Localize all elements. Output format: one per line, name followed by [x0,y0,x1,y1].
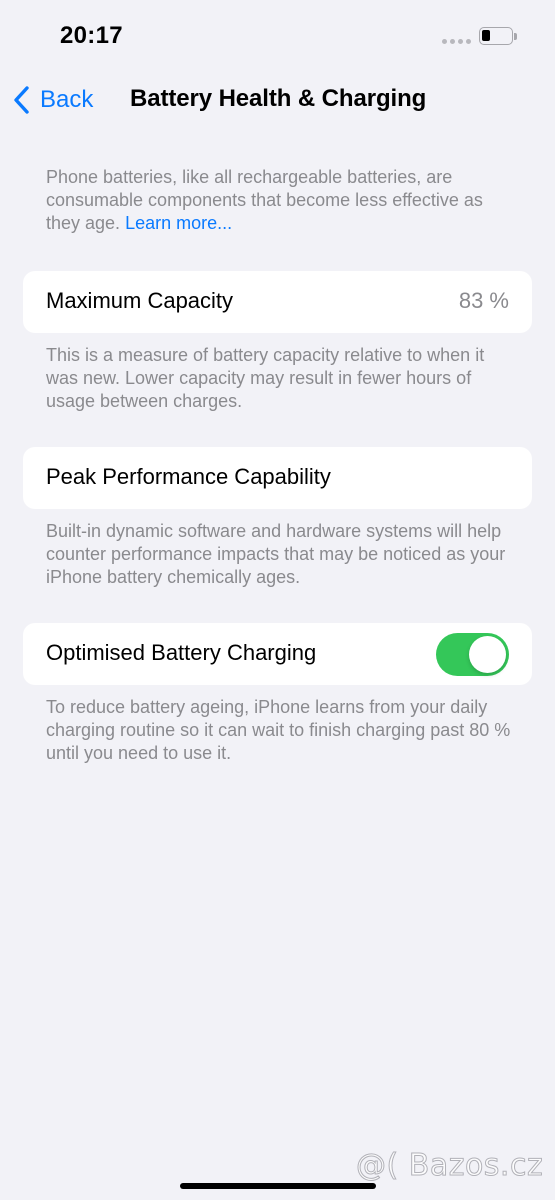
back-button[interactable]: Back [12,80,93,120]
maximum-capacity-note: This is a measure of battery capacity re… [46,345,485,411]
navigation-bar: Back Battery Health & Charging [0,70,555,130]
intro-text: Phone batteries, like all rechargeable b… [46,166,516,235]
peak-performance-row[interactable]: Peak Performance Capability [23,447,532,509]
peak-performance-label: Peak Performance Capability [46,464,331,489]
status-time: 20:17 [60,22,123,49]
signal-dots-icon [442,39,471,44]
toggle-knob [469,636,506,673]
maximum-capacity-row: Maximum Capacity 83 % [23,271,532,333]
watermark: @( Bazos.cz [355,1148,544,1184]
home-indicator[interactable] [180,1183,376,1189]
peak-performance-note: Built-in dynamic software and hardware s… [46,521,506,587]
optimised-charging-row: Optimised Battery Charging [23,623,532,685]
optimised-charging-toggle[interactable] [436,633,509,676]
optimised-charging-note: To reduce battery ageing, iPhone learns … [46,697,511,763]
chevron-left-icon [14,86,29,114]
battery-level-fill [482,30,490,41]
battery-cap [514,33,517,40]
battery-icon [479,27,513,45]
back-label: Back [40,86,94,113]
page-title: Battery Health & Charging [130,85,427,112]
intro-description: Phone batteries, like all rechargeable b… [46,167,483,233]
battery-health-screen: 20:17 Back Battery Health & Charging Pho… [0,0,555,1200]
maximum-capacity-label: Maximum Capacity [46,288,234,313]
status-bar: 20:17 [0,0,555,70]
maximum-capacity-value: 83 % [458,288,509,313]
optimised-charging-label: Optimised Battery Charging [46,640,317,665]
learn-more-link[interactable]: Learn more... [125,213,232,233]
